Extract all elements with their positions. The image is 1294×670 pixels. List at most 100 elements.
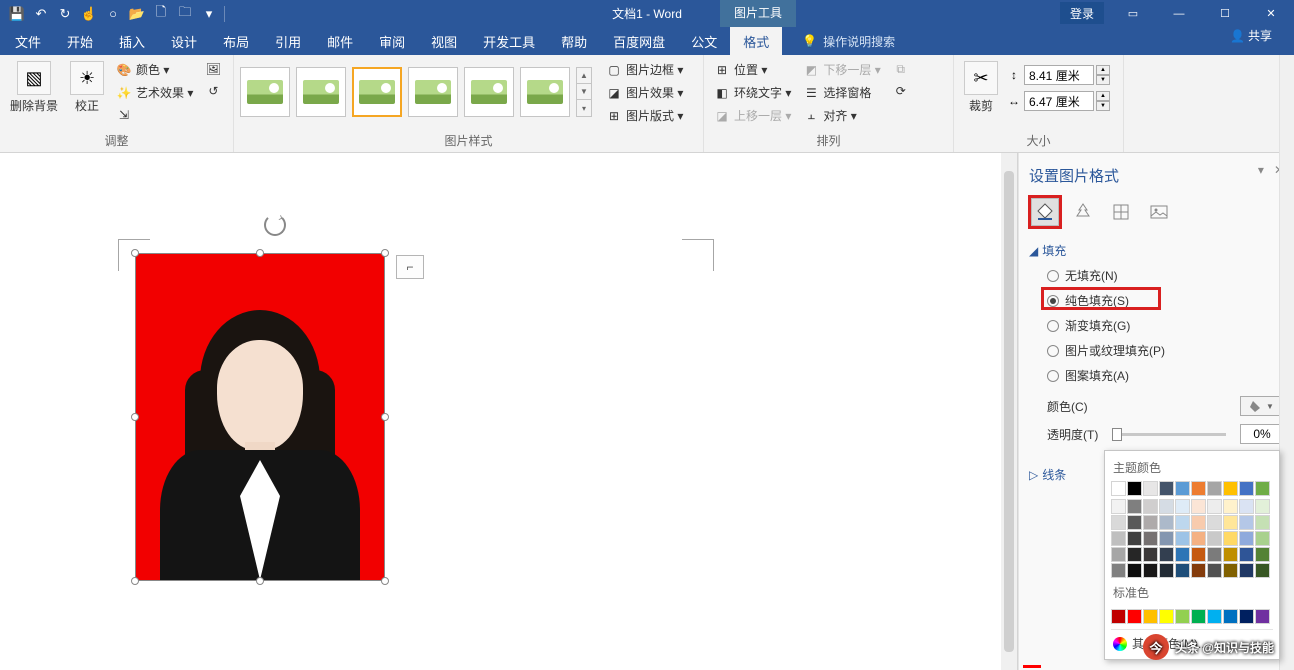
handle-bl[interactable] (131, 577, 139, 585)
tab-layout[interactable]: 布局 (210, 27, 262, 55)
remove-background-button[interactable]: ▧ 删除背景 (6, 59, 62, 116)
color-swatch[interactable] (1191, 609, 1206, 624)
qat-touch-icon[interactable]: ☝ (78, 3, 100, 25)
tab-design[interactable]: 设计 (158, 27, 210, 55)
bring-forward-button[interactable]: ◩下移一层 ▾ (799, 59, 884, 80)
color-swatch[interactable] (1127, 547, 1142, 562)
color-swatch[interactable] (1127, 609, 1142, 624)
color-swatch[interactable] (1143, 547, 1158, 562)
color-swatch[interactable] (1191, 547, 1206, 562)
color-swatch[interactable] (1223, 515, 1238, 530)
color-swatch[interactable] (1191, 531, 1206, 546)
fill-picture-radio[interactable]: 图片或纹理填充(P) (1047, 342, 1284, 359)
color-swatch[interactable] (1191, 499, 1206, 514)
qat-folder-icon[interactable]: 🗀 (174, 3, 196, 25)
color-swatch[interactable] (1143, 481, 1158, 496)
handle-l[interactable] (131, 413, 139, 421)
picture-tab[interactable] (1145, 198, 1173, 226)
color-swatch[interactable] (1223, 609, 1238, 624)
fill-line-tab[interactable] (1031, 198, 1059, 226)
color-swatch[interactable] (1175, 547, 1190, 562)
corrections-button[interactable]: ☀ 校正 (66, 59, 108, 116)
reset-picture-button[interactable]: ↺ (201, 81, 225, 101)
slider-thumb[interactable] (1112, 428, 1122, 441)
color-swatch[interactable] (1159, 547, 1174, 562)
layout-tab[interactable] (1107, 198, 1135, 226)
tab-developer[interactable]: 开发工具 (470, 27, 548, 55)
transparency-slider[interactable] (1112, 433, 1226, 436)
color-swatch[interactable] (1239, 515, 1254, 530)
fill-none-radio[interactable]: 无填充(N) (1047, 267, 1284, 284)
share-button[interactable]: 👤 共享 (1222, 27, 1280, 44)
fill-solid-radio[interactable]: 纯色填充(S) (1047, 292, 1284, 309)
tab-view[interactable]: 视图 (418, 27, 470, 55)
color-swatch[interactable] (1191, 563, 1206, 578)
color-swatch[interactable] (1159, 563, 1174, 578)
handle-tr[interactable] (381, 249, 389, 257)
artistic-effects-button[interactable]: ✨艺术效果 ▾ (112, 82, 197, 103)
color-swatch[interactable] (1207, 481, 1222, 496)
gallery-up-icon[interactable]: ▲ (577, 68, 591, 84)
rotate-button[interactable]: ⟳ (889, 81, 913, 101)
style-thumb-6[interactable] (520, 67, 570, 117)
qat-undo-icon[interactable]: ↶ (30, 3, 52, 25)
minimize-icon[interactable]: — (1156, 0, 1202, 27)
qat-new-icon[interactable]: 🗋 (150, 3, 172, 25)
style-thumb-5[interactable] (464, 67, 514, 117)
layout-options-button[interactable]: ⌐ (396, 255, 424, 279)
color-swatch[interactable] (1175, 531, 1190, 546)
color-swatch[interactable] (1111, 547, 1126, 562)
tab-gongwen[interactable]: 公文 (678, 27, 730, 55)
height-input[interactable] (1024, 65, 1094, 85)
color-swatch[interactable] (1255, 563, 1270, 578)
gallery-down-icon[interactable]: ▼ (577, 84, 591, 100)
color-swatch[interactable] (1143, 563, 1158, 578)
color-swatch[interactable] (1127, 531, 1142, 546)
tab-mailings[interactable]: 邮件 (314, 27, 366, 55)
color-swatch[interactable] (1175, 515, 1190, 530)
color-button[interactable]: 🎨颜色 ▾ (112, 59, 197, 80)
color-swatch[interactable] (1143, 531, 1158, 546)
crop-button[interactable]: ✂ 裁剪 (960, 59, 1002, 116)
height-up[interactable]: ▲ (1096, 65, 1110, 75)
document-canvas[interactable]: ⌐ (0, 153, 1018, 670)
group-button[interactable]: ⧉ (889, 59, 913, 79)
rotate-handle-icon[interactable] (264, 214, 286, 236)
tab-format[interactable]: 格式 (730, 27, 782, 55)
gallery-more-icon[interactable]: ▾ (577, 100, 591, 116)
pane-options-icon[interactable]: ▾ (1258, 163, 1264, 177)
width-down[interactable]: ▼ (1096, 101, 1110, 111)
color-swatch[interactable] (1159, 499, 1174, 514)
color-swatch[interactable] (1207, 563, 1222, 578)
color-swatch[interactable] (1127, 515, 1142, 530)
color-swatch[interactable] (1223, 563, 1238, 578)
ribbon-display-icon[interactable]: ▭ (1110, 0, 1156, 27)
color-swatch[interactable] (1255, 547, 1270, 562)
color-swatch[interactable] (1111, 515, 1126, 530)
tab-insert[interactable]: 插入 (106, 27, 158, 55)
color-swatch[interactable] (1143, 609, 1158, 624)
color-swatch[interactable] (1255, 499, 1270, 514)
color-swatch[interactable] (1159, 609, 1174, 624)
color-swatch[interactable] (1207, 547, 1222, 562)
style-thumb-4[interactable] (408, 67, 458, 117)
color-swatch[interactable] (1239, 531, 1254, 546)
color-swatch[interactable] (1127, 499, 1142, 514)
qat-open-icon[interactable]: 📂 (126, 3, 148, 25)
color-swatch[interactable] (1175, 499, 1190, 514)
color-swatch[interactable] (1111, 531, 1126, 546)
color-swatch[interactable] (1111, 609, 1126, 624)
fill-section-header[interactable]: ◢ 填充 (1029, 238, 1284, 263)
position-button[interactable]: ⊞位置 ▾ (710, 59, 795, 80)
color-swatch[interactable] (1239, 547, 1254, 562)
fill-gradient-radio[interactable]: 渐变填充(G) (1047, 317, 1284, 334)
color-swatch[interactable] (1207, 531, 1222, 546)
width-up[interactable]: ▲ (1096, 91, 1110, 101)
fill-pattern-radio[interactable]: 图案填充(A) (1047, 367, 1284, 384)
compress-button[interactable]: ⇲ (112, 105, 197, 125)
transparency-input[interactable] (1240, 424, 1284, 444)
handle-t[interactable] (256, 249, 264, 257)
picture-layout-button[interactable]: ⊞图片版式 ▾ (602, 105, 687, 126)
color-swatch[interactable] (1191, 481, 1206, 496)
send-backward-button[interactable]: ◪上移一层 ▾ (710, 105, 795, 126)
